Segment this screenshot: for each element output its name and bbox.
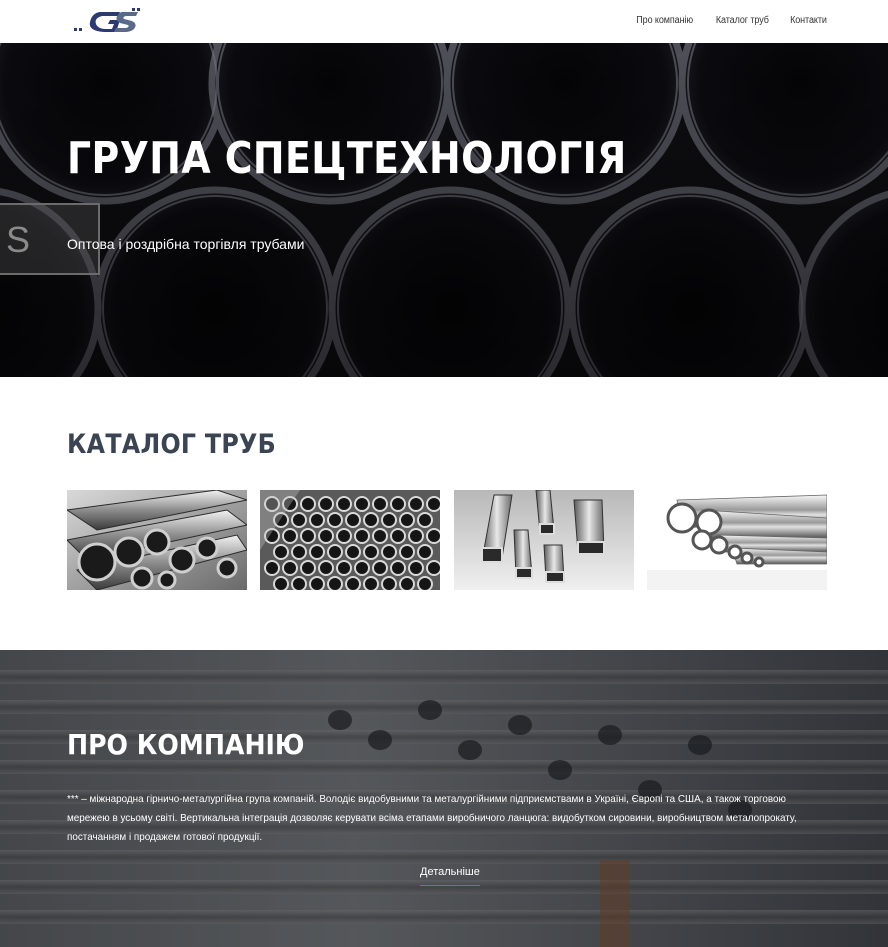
nav-link-catalog[interactable]: Каталог труб xyxy=(716,15,769,26)
hero-sign-letter: S xyxy=(6,219,31,260)
about-description: *** – міжнародна гірничо-металургійна гр… xyxy=(67,794,797,843)
main-nav: Про компанію Каталог труб Контакти xyxy=(630,15,827,26)
square-profile-pipes-image xyxy=(454,490,634,590)
catalog-tile-pipe-stack[interactable] xyxy=(260,490,440,590)
nav-link-contacts[interactable]: Контакти xyxy=(790,15,827,26)
catalog-tile-square-pipes[interactable] xyxy=(454,490,634,590)
nav-link-about[interactable]: Про компанію xyxy=(637,15,694,26)
polished-pipes-image xyxy=(647,490,827,590)
catalog-tile-round-pipes[interactable] xyxy=(67,490,247,590)
about-more-link[interactable]: Детальніше xyxy=(420,866,480,886)
steel-pipes-bundle-image xyxy=(67,490,247,590)
catalog-tiles xyxy=(67,490,827,590)
company-logo[interactable] xyxy=(72,6,144,36)
site-header: Про компанію Каталог труб Контакти xyxy=(0,0,888,43)
catalog-title: КАТАЛОГ ТРУБ xyxy=(67,429,276,460)
gs-logo-icon xyxy=(74,8,140,32)
hero-section: S ГРУПА СПЕЦТЕХНОЛОГІЯ Оптова і роздрібн… xyxy=(0,43,888,377)
catalog-section: КАТАЛОГ ТРУБ xyxy=(0,377,888,650)
hero-subtitle: Оптова і роздрібна торгівля трубами xyxy=(67,236,305,252)
hero-pipes-background xyxy=(0,43,888,377)
about-section: ПРО КОМПАНІЮ *** – міжнародна гірничо-ме… xyxy=(0,650,888,947)
hero-title: ГРУПА СПЕЦТЕХНОЛОГІЯ xyxy=(67,133,627,184)
about-title: ПРО КОМПАНІЮ xyxy=(67,728,305,761)
catalog-tile-polished-pipes[interactable] xyxy=(647,490,827,590)
pipe-stack-image xyxy=(260,490,440,590)
